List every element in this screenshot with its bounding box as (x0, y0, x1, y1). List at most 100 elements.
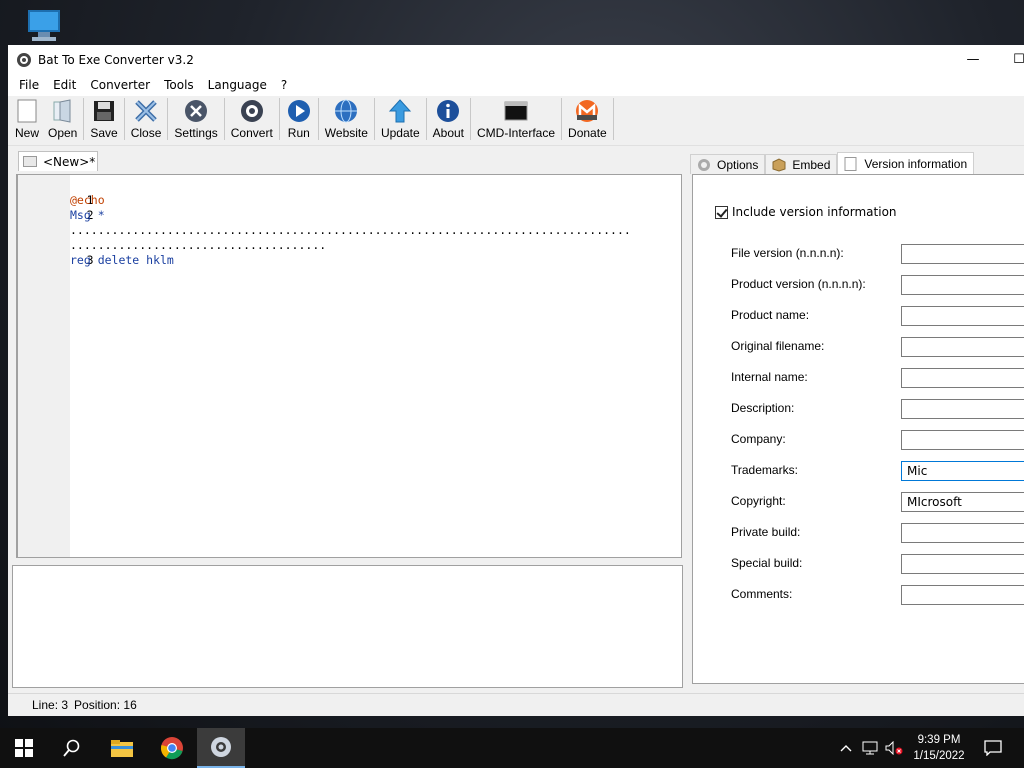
file-version-input[interactable] (901, 244, 1024, 264)
status-position: Position: 16 (74, 698, 137, 712)
update-icon (387, 98, 413, 124)
save-button[interactable]: Save (86, 98, 121, 142)
product-name-input[interactable] (901, 306, 1024, 326)
about-button[interactable]: About (429, 98, 468, 142)
document-icon (844, 156, 857, 171)
description-label: Description: (731, 401, 795, 415)
product-version-label: Product version (n.n.n.n): (731, 277, 866, 291)
code-line: 1 @echo (70, 193, 105, 207)
document-icon (23, 156, 37, 167)
company-input[interactable] (901, 430, 1024, 450)
comments-label: Comments: (731, 587, 793, 601)
close-icon (133, 98, 159, 124)
app-window: Bat To Exe Converter v3.2 — ☐ File Edit … (8, 45, 1024, 716)
convert-icon (239, 98, 265, 124)
start-button[interactable] (0, 728, 48, 768)
settings-button[interactable]: Settings (170, 98, 221, 142)
output-pane[interactable] (12, 565, 683, 688)
settings-icon (183, 98, 209, 124)
volume-button[interactable] (882, 728, 906, 768)
search-icon (63, 739, 80, 757)
private-build-input[interactable] (901, 523, 1024, 543)
menu-language[interactable]: Language (201, 74, 274, 96)
code-line: ..................................... (70, 238, 327, 252)
file-explorer-button[interactable] (98, 728, 146, 768)
windows-logo-icon (15, 739, 33, 757)
network-icon (862, 741, 878, 755)
cmd-interface-button[interactable]: CMD-Interface (473, 98, 559, 142)
include-version-checkbox-row[interactable]: Include version information (715, 205, 897, 219)
tab-version-information[interactable]: Version information (837, 152, 975, 174)
file-version-label: File version (n.n.n.n): (731, 246, 844, 260)
trademarks-label: Trademarks: (731, 463, 798, 477)
website-button[interactable]: Website (321, 98, 372, 142)
package-icon (772, 157, 786, 172)
bat-to-exe-taskbar-button[interactable] (197, 728, 245, 768)
code-editor[interactable]: 1 @echo 2 Msg * ..........................… (16, 174, 682, 558)
product-name-label: Product name: (731, 308, 810, 322)
open-button[interactable]: Open (44, 98, 81, 142)
chrome-button[interactable] (148, 728, 196, 768)
menu-tools[interactable]: Tools (157, 74, 201, 96)
product-version-input[interactable] (901, 275, 1024, 295)
update-button[interactable]: Update (377, 98, 424, 142)
company-label: Company: (731, 432, 786, 446)
status-bar: Line: 3 Position: 16 (8, 693, 1024, 716)
menu-help[interactable]: ? (274, 74, 294, 96)
notifications-button[interactable] (978, 728, 1008, 768)
original-filename-input[interactable] (901, 337, 1024, 357)
website-icon (333, 98, 359, 124)
donate-button[interactable]: Donate (564, 98, 611, 142)
private-build-label: Private build: (731, 525, 801, 539)
code-line: ........................................… (70, 223, 631, 237)
about-icon (435, 98, 461, 124)
close-button[interactable]: Close (127, 98, 166, 142)
include-version-checkbox[interactable] (715, 205, 728, 219)
right-tabs: Options Embed Version information (690, 152, 975, 174)
network-button[interactable] (858, 728, 882, 768)
code-line: 2 Msg * (70, 208, 105, 222)
show-hidden-icons-button[interactable] (834, 728, 858, 768)
menu-converter[interactable]: Converter (83, 74, 157, 96)
run-icon (286, 98, 312, 124)
special-build-label: Special build: (731, 556, 803, 570)
toolbar: New Open Save Close Settings Convert Run… (8, 96, 1024, 146)
maximize-button[interactable]: ☐ (996, 45, 1024, 74)
open-folder-icon (50, 98, 76, 124)
copyright-input[interactable]: MIcrosoft (901, 492, 1024, 512)
new-button[interactable]: New (10, 98, 44, 142)
version-information-panel: Include version information File version… (692, 174, 1024, 684)
convert-button[interactable]: Convert (227, 98, 277, 142)
desktop-computer-icon[interactable] (26, 10, 62, 42)
new-file-icon (14, 98, 40, 124)
minimize-button[interactable]: — (950, 45, 996, 74)
menu-edit[interactable]: Edit (46, 74, 83, 96)
taskbar: 9:39 PM 1/15/2022 (0, 728, 1024, 768)
gear-icon (698, 158, 710, 171)
menu-file[interactable]: File (12, 74, 46, 96)
cmd-icon (503, 98, 529, 124)
folder-icon (111, 740, 133, 757)
menu-bar: File Edit Converter Tools Language ? (8, 74, 1024, 96)
save-icon (91, 98, 117, 124)
donate-icon (574, 98, 600, 124)
tab-options[interactable]: Options (690, 154, 766, 174)
volume-muted-icon (885, 741, 903, 755)
tab-embed[interactable]: Embed (765, 154, 838, 174)
run-button[interactable]: Run (282, 98, 316, 142)
chrome-icon (160, 737, 183, 760)
notification-icon (984, 740, 1002, 756)
original-filename-label: Original filename: (731, 339, 825, 353)
special-build-input[interactable] (901, 554, 1024, 574)
window-title: Bat To Exe Converter v3.2 (38, 52, 194, 67)
trademarks-input[interactable]: Mic (901, 461, 1024, 481)
tab-new-document[interactable]: <New>* (18, 151, 98, 171)
clock[interactable]: 9:39 PM 1/15/2022 (906, 732, 972, 764)
copyright-label: Copyright: (731, 494, 786, 508)
search-button[interactable] (48, 728, 96, 768)
app-gear-icon (17, 52, 31, 67)
chevron-up-icon (840, 745, 852, 752)
description-input[interactable] (901, 399, 1024, 419)
comments-input[interactable] (901, 585, 1024, 605)
internal-name-input[interactable] (901, 368, 1024, 388)
